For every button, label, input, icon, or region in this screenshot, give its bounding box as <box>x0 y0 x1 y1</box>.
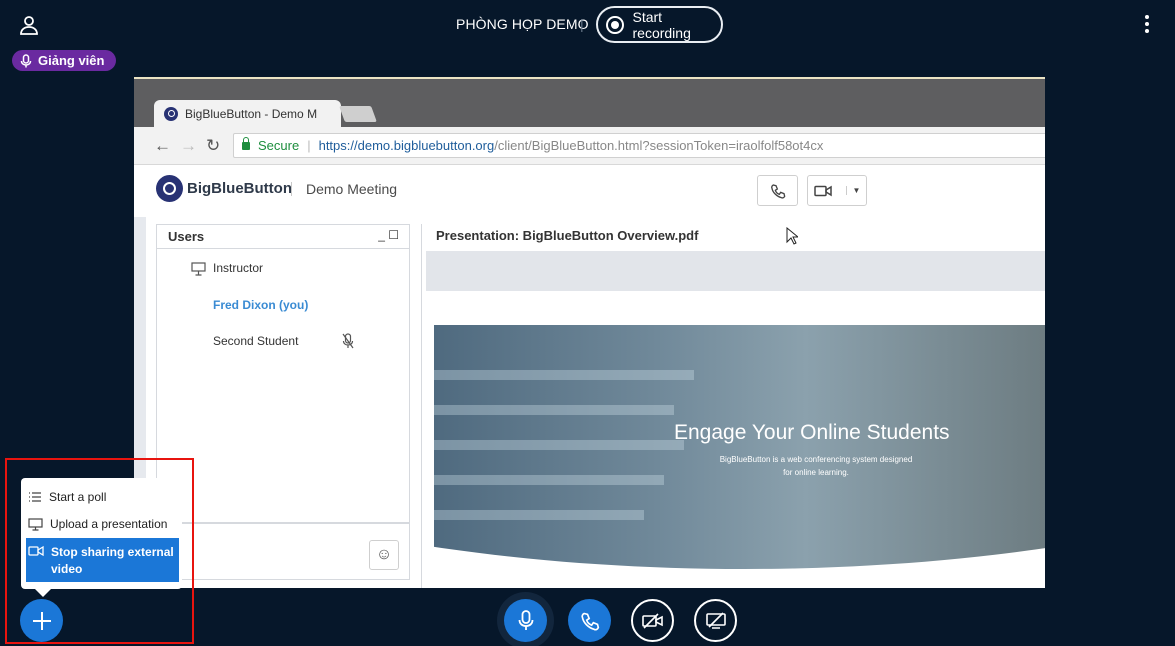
address-separator: | <box>307 138 311 153</box>
leave-audio-button[interactable] <box>568 599 611 642</box>
address-bar: Secure | https://demo.bigbluebutton.org … <box>233 133 1045 158</box>
new-tab-button <box>339 106 377 122</box>
mute-button[interactable] <box>504 599 547 642</box>
back-arrow-icon: ← <box>154 136 171 155</box>
badge-label: Giảng viên <box>38 53 105 68</box>
forward-arrow-icon: → <box>180 136 197 155</box>
actions-button[interactable] <box>20 599 63 642</box>
phone-icon <box>770 183 785 199</box>
user-row: Instructor <box>213 261 264 275</box>
share-webcam-button[interactable] <box>631 599 674 642</box>
presenter-board-icon <box>191 262 206 276</box>
mouse-cursor-icon <box>786 227 798 245</box>
screen-share-off-icon <box>705 611 726 629</box>
tab-title: BigBlueButton - Demo M <box>185 106 318 121</box>
talking-indicator-badge: Giảng viên <box>12 50 117 71</box>
camera-button: ▼ <box>807 175 867 206</box>
users-title: Users <box>168 229 205 244</box>
users-panel: Users _ ☐ Instructor Fred Dixon (you) Se… <box>156 224 410 580</box>
presentation-slide: Engage Your Online Students BigBlueButto… <box>434 325 1045 569</box>
share-screen-button[interactable] <box>694 599 737 642</box>
lock-icon <box>242 136 250 150</box>
record-label: Start recording <box>632 8 691 41</box>
screenshare-view: BigBlueButton - Demo M ← → ↻ Secure | ht… <box>134 77 1045 588</box>
secure-label: Secure <box>258 138 300 153</box>
meeting-name: Demo Meeting <box>306 181 398 197</box>
phone-button <box>757 175 798 206</box>
video-off-icon <box>641 612 663 629</box>
url-path: /client/BigBlueButton.html?sessionToken=… <box>494 138 824 153</box>
bbb-favicon-icon <box>164 106 178 121</box>
presentation-toolbar <box>426 251 1045 291</box>
slide-heading: Engage Your Online Students <box>674 421 950 444</box>
slide-subtext: BigBlueButton is a web conferencing syst… <box>719 455 913 477</box>
phone-icon <box>580 612 599 630</box>
reload-icon: ↻ <box>206 136 221 155</box>
url-host: https://demo.bigbluebutton.org <box>318 138 495 153</box>
plus-icon <box>32 611 51 630</box>
users-panel-divider <box>157 522 409 524</box>
start-recording-button[interactable]: Start recording <box>596 6 723 43</box>
users-panel-header: Users _ ☐ <box>157 225 409 249</box>
presentation-panel: Presentation: BigBlueButton Overview.pdf… <box>421 224 1045 588</box>
microphone-icon <box>518 609 533 630</box>
user-row: Fred Dixon (you) <box>213 298 309 312</box>
camera-icon <box>813 185 832 196</box>
user-list-toggle-icon[interactable] <box>18 14 40 36</box>
emoji-button: ☺ <box>369 540 399 570</box>
options-menu-icon[interactable] <box>1141 14 1153 34</box>
record-icon <box>606 15 624 34</box>
browser-tab: BigBlueButton - Demo M <box>154 100 341 127</box>
header-separator <box>291 182 292 196</box>
title-separator: | <box>580 16 584 32</box>
bbb-logo-icon <box>156 175 183 202</box>
app-name: BigBlueButton <box>187 180 292 197</box>
user-row: Second Student <box>213 334 299 348</box>
panel-window-controls: _ ☐ <box>378 228 399 242</box>
presentation-title: Presentation: BigBlueButton Overview.pdf <box>436 228 699 243</box>
camera-dropdown-icon: ▼ <box>845 186 860 195</box>
microphone-icon <box>20 53 32 67</box>
meeting-title: PHÒNG HỌP DEMO <box>456 16 589 32</box>
muted-mic-icon <box>342 333 354 349</box>
